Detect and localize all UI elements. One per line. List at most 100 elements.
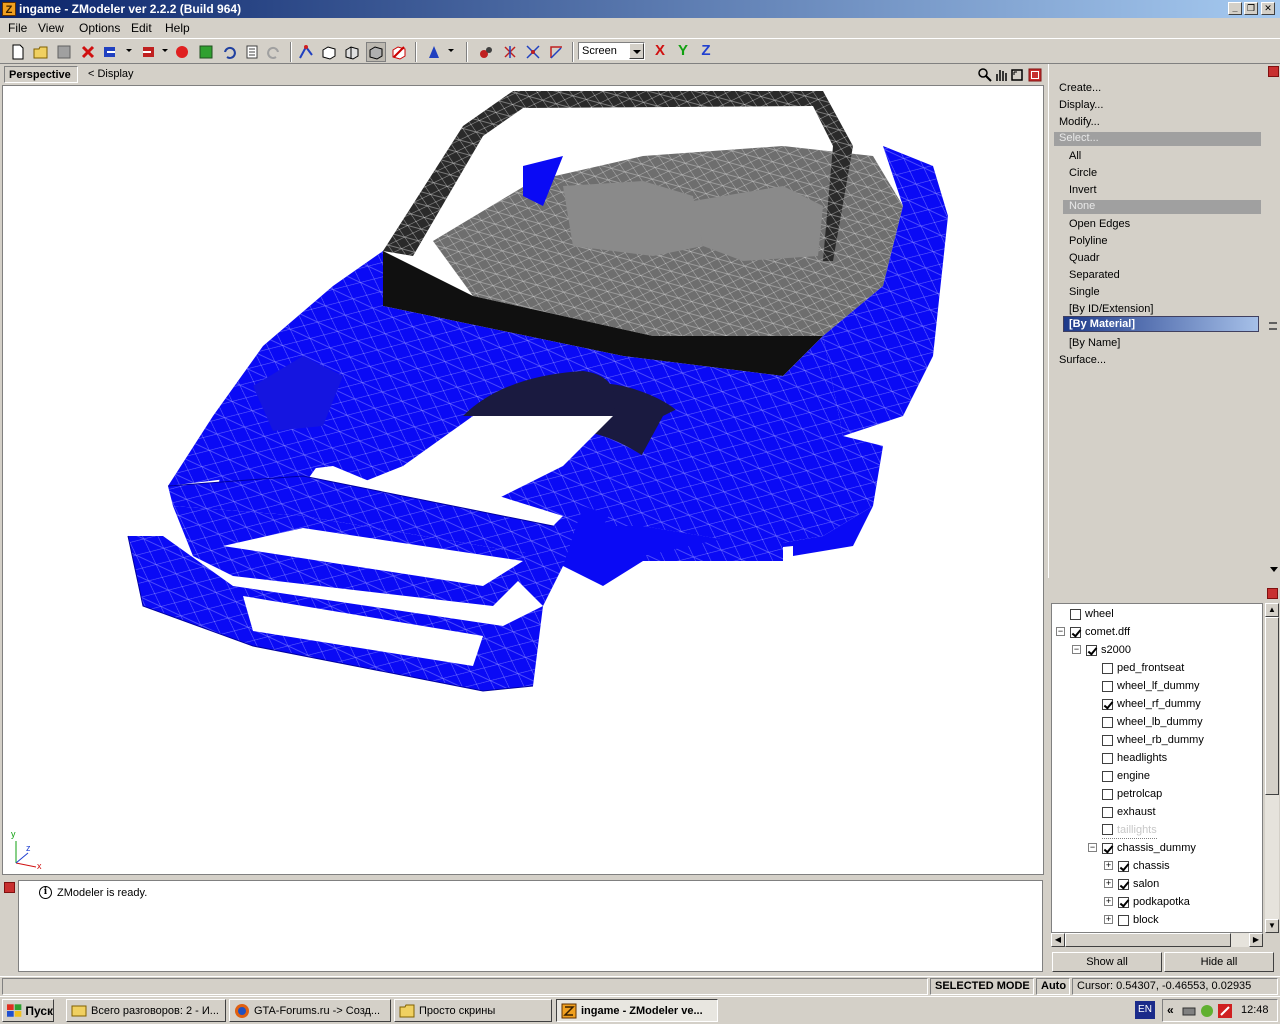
- menu-help[interactable]: Help: [165, 21, 190, 35]
- tree-expander-icon[interactable]: +: [1104, 861, 1113, 870]
- perspective-viewport[interactable]: y z x: [2, 85, 1044, 875]
- select-by-id-extension[interactable]: [By ID/Extension]: [1069, 303, 1153, 315]
- restore-button[interactable]: ❐: [1244, 2, 1258, 15]
- select-open-edges[interactable]: Open Edges: [1069, 218, 1130, 230]
- title-bar[interactable]: Z ingame - ZModeler ver 2.2.2 (Build 964…: [0, 0, 1280, 18]
- image-icon[interactable]: [196, 42, 216, 62]
- visibility-checkbox[interactable]: [1070, 608, 1081, 620]
- maximize-viewport-icon[interactable]: [1010, 68, 1024, 82]
- tree-expander-icon[interactable]: +: [1104, 879, 1113, 888]
- scroll-down-icon[interactable]: ▼: [1265, 919, 1279, 933]
- visibility-checkbox[interactable]: [1102, 752, 1113, 764]
- task-zmodeler[interactable]: ingame - ZModeler ve...: [556, 999, 718, 1022]
- tree-node[interactable]: headlights: [1102, 749, 1167, 767]
- hide-all-button[interactable]: Hide all: [1164, 952, 1274, 972]
- export-icon[interactable]: [138, 42, 158, 62]
- scroll-right-icon[interactable]: ▶: [1249, 933, 1263, 947]
- visibility-checkbox[interactable]: [1118, 860, 1129, 872]
- language-indicator[interactable]: EN: [1135, 1001, 1155, 1019]
- properties-icon[interactable]: [242, 42, 262, 62]
- select-single[interactable]: Single: [1069, 286, 1100, 298]
- scroll-down-icon[interactable]: [1270, 567, 1278, 572]
- viewport-breadcrumb-display[interactable]: < Display: [88, 68, 134, 80]
- tree-node[interactable]: engine: [1102, 767, 1150, 785]
- tree-node[interactable]: wheel_lf_dummy: [1102, 677, 1200, 695]
- new-file-icon[interactable]: [8, 42, 28, 62]
- visibility-checkbox[interactable]: [1102, 824, 1113, 835]
- visibility-checkbox[interactable]: [1102, 806, 1113, 818]
- menu-edit[interactable]: Edit: [131, 21, 152, 35]
- scroll-up-icon[interactable]: ▲: [1265, 603, 1279, 617]
- tree-node[interactable]: comet.dff: [1070, 623, 1130, 641]
- select-by-material[interactable]: [By Material]: [1063, 316, 1259, 332]
- tray-expand-icon[interactable]: «: [1167, 1003, 1174, 1017]
- view-mode-select[interactable]: Screen: [578, 42, 645, 60]
- axis-y-toggle[interactable]: Y: [673, 42, 693, 60]
- delete-icon[interactable]: [78, 42, 98, 62]
- cmd-create[interactable]: Create...: [1059, 82, 1101, 94]
- select-separated[interactable]: Separated: [1069, 269, 1120, 281]
- mesh-mode-icon[interactable]: [366, 42, 386, 62]
- close-button[interactable]: ✕: [1261, 2, 1275, 15]
- menu-view[interactable]: View: [38, 21, 64, 35]
- object-mode-icon[interactable]: [342, 42, 362, 62]
- tree-node[interactable]: wheel: [1070, 605, 1114, 623]
- pointer-icon[interactable]: [424, 42, 444, 62]
- visibility-checkbox[interactable]: [1102, 734, 1113, 746]
- axis-rotate-icon[interactable]: [523, 42, 543, 62]
- tree-expander-icon[interactable]: −: [1056, 627, 1065, 636]
- axis-move-icon[interactable]: [500, 42, 520, 62]
- hide-object-icon[interactable]: [389, 42, 409, 62]
- visibility-checkbox[interactable]: [1102, 770, 1113, 782]
- visibility-checkbox[interactable]: [1086, 644, 1097, 656]
- task-folder[interactable]: Просто скрины: [394, 999, 552, 1022]
- tree-node[interactable]: petrolcap: [1102, 785, 1162, 803]
- scroll-thumb[interactable]: [1265, 617, 1279, 795]
- axis-z-toggle[interactable]: Z: [696, 42, 716, 60]
- visibility-checkbox[interactable]: [1118, 896, 1129, 908]
- visibility-checkbox[interactable]: [1102, 662, 1113, 674]
- panel-grip-icon[interactable]: [1269, 322, 1277, 330]
- tree-node[interactable]: podkapotka: [1118, 893, 1190, 911]
- import-dropdown-arrow[interactable]: [126, 49, 132, 52]
- visibility-checkbox[interactable]: [1102, 680, 1113, 692]
- visibility-checkbox[interactable]: [1102, 788, 1113, 800]
- open-folder-icon[interactable]: [31, 42, 51, 62]
- status-auto[interactable]: Auto: [1036, 978, 1070, 995]
- close-hierarchy-icon[interactable]: [1267, 588, 1278, 599]
- tree-node[interactable]: chassis_dummy: [1102, 839, 1196, 857]
- clock[interactable]: 12:48: [1241, 1004, 1269, 1016]
- visibility-checkbox[interactable]: [1102, 842, 1113, 854]
- pan-hand-icon[interactable]: [994, 68, 1008, 82]
- select-by-name[interactable]: [By Name]: [1069, 337, 1120, 349]
- menu-file[interactable]: File: [8, 21, 27, 35]
- show-all-button[interactable]: Show all: [1052, 952, 1162, 972]
- tree-vertical-scrollbar[interactable]: ▲ ▼: [1265, 603, 1279, 933]
- select-all[interactable]: All: [1069, 150, 1081, 162]
- redo-icon[interactable]: [264, 42, 284, 62]
- minimize-button[interactable]: _: [1228, 2, 1242, 15]
- import-icon[interactable]: [100, 42, 120, 62]
- tree-node[interactable]: ped_frontseat: [1102, 659, 1184, 677]
- record-icon[interactable]: [172, 42, 192, 62]
- tree-node[interactable]: wheel_rb_dummy: [1102, 731, 1204, 749]
- vertex-mode-icon[interactable]: [296, 42, 316, 62]
- export-dropdown-arrow[interactable]: [162, 49, 168, 52]
- select-polyline[interactable]: Polyline: [1069, 235, 1108, 247]
- tree-node[interactable]: s2000: [1086, 641, 1131, 659]
- cmd-display[interactable]: Display...: [1059, 99, 1103, 111]
- tree-node[interactable]: chassis: [1118, 857, 1170, 875]
- paint-icon[interactable]: [476, 42, 496, 62]
- tree-expander-icon[interactable]: −: [1088, 843, 1097, 852]
- undo-icon[interactable]: [219, 42, 239, 62]
- tree-expander-icon[interactable]: +: [1104, 897, 1113, 906]
- axis-scale-icon[interactable]: [546, 42, 566, 62]
- tree-node[interactable]: exhaust: [1102, 803, 1156, 821]
- save-icon[interactable]: [54, 42, 74, 62]
- select-invert[interactable]: Invert: [1069, 184, 1097, 196]
- axis-x-toggle[interactable]: X: [650, 42, 670, 60]
- task-browser[interactable]: GTA-Forums.ru -> Созд...: [229, 999, 391, 1022]
- face-mode-icon[interactable]: [319, 42, 339, 62]
- car-mesh-render[interactable]: [3, 86, 1044, 875]
- network-icon[interactable]: [1181, 1003, 1197, 1019]
